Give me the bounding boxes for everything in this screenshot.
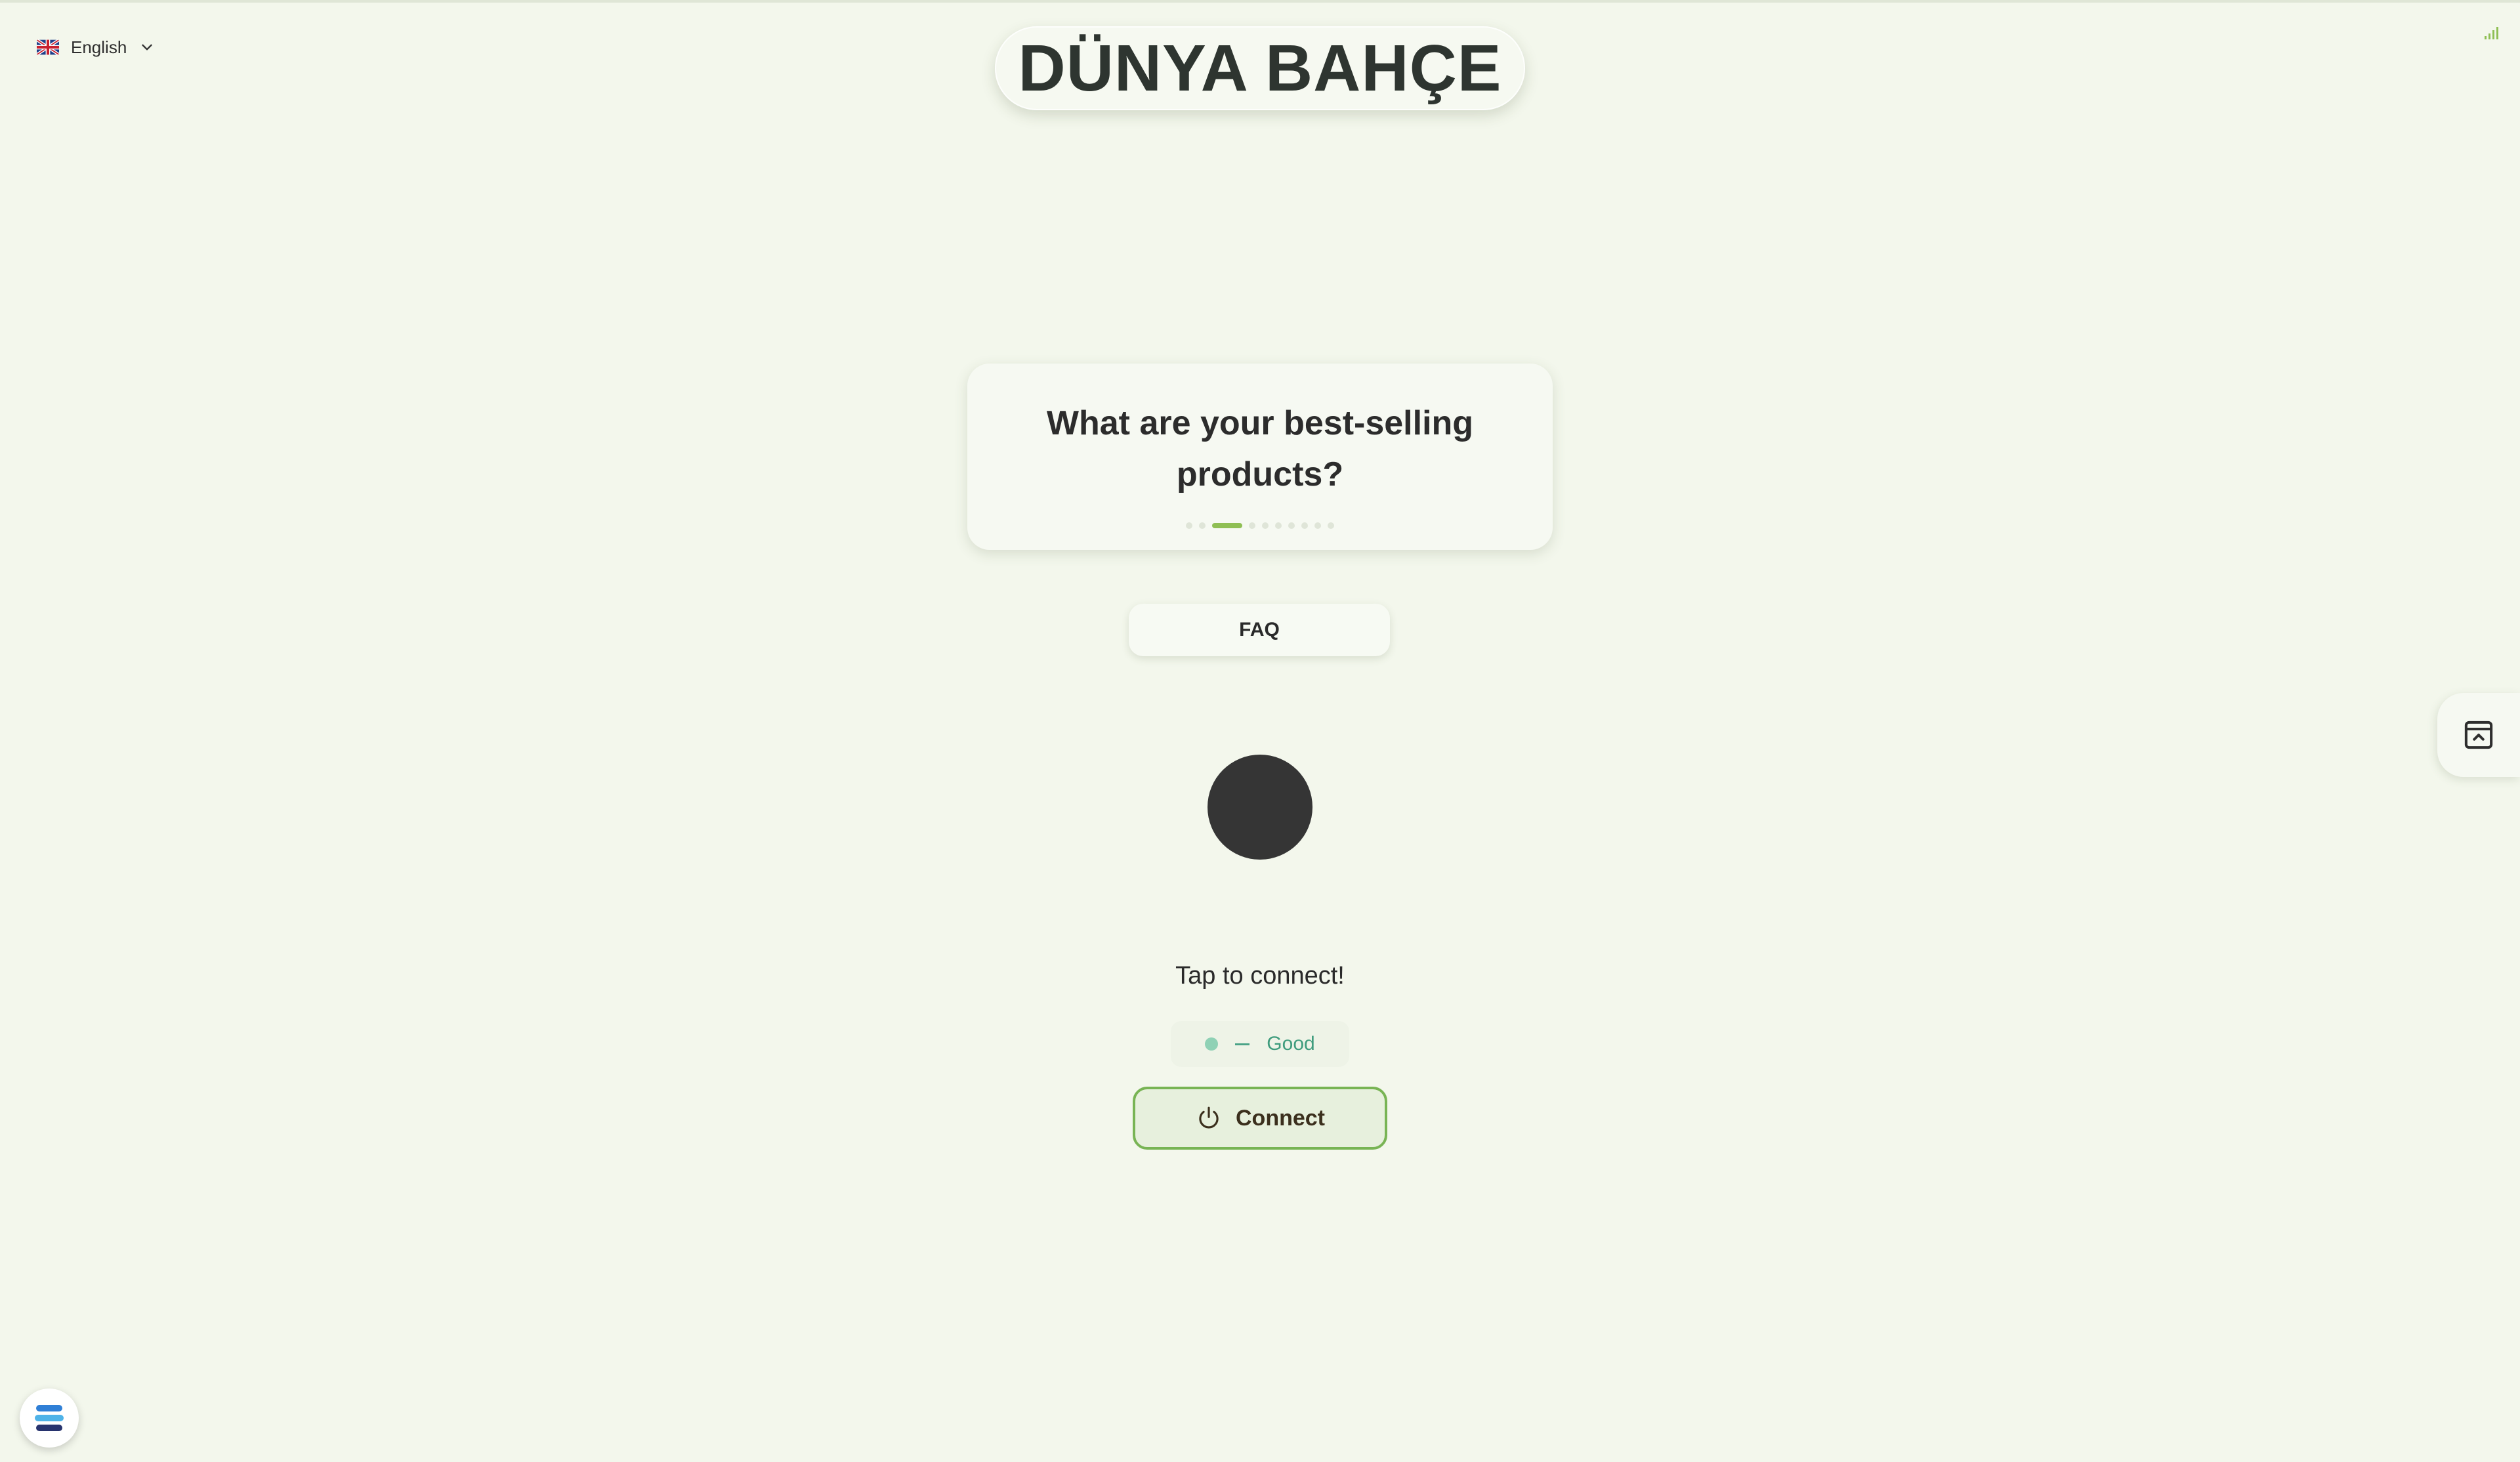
question-card[interactable]: What are your best-selling products? [967,364,1553,550]
carousel-dot[interactable] [1199,522,1206,529]
power-icon [1199,1106,1219,1129]
stack-logo-icon [35,1405,64,1431]
carousel-dot-active[interactable] [1212,523,1242,528]
tap-to-connect-text: Tap to connect! [1175,962,1345,990]
dash-icon [1235,1043,1250,1045]
voice-orb[interactable] [1208,755,1312,860]
carousel-dot[interactable] [1301,522,1308,529]
connection-quality-badge: Good [1171,1021,1349,1067]
app-page: English DÜNYA BAHÇE What are your best-s… [0,0,2520,1462]
side-panel-toggle[interactable] [2437,693,2520,777]
panel-toggle-icon [2464,721,2493,749]
carousel-indicator [967,522,1553,529]
question-text: What are your best-selling products? [1046,404,1474,493]
language-label: English [71,37,127,57]
status-dot-icon [1205,1037,1219,1051]
connect-button[interactable]: Connect [1133,1087,1387,1150]
quality-label: Good [1267,1033,1315,1055]
app-launcher-button[interactable] [20,1389,79,1448]
carousel-dot[interactable] [1262,522,1269,529]
carousel-dot[interactable] [1314,522,1321,529]
language-selector[interactable]: English [37,31,156,63]
carousel-dot[interactable] [1186,522,1192,529]
brand-pill: DÜNYA BAHÇE [995,26,1525,110]
connect-label: Connect [1236,1105,1325,1131]
faq-button[interactable]: FAQ [1129,604,1390,656]
carousel-dot[interactable] [1328,522,1334,529]
brand-title: DÜNYA BAHÇE [1018,31,1502,105]
chevron-down-icon [138,39,156,56]
signal-bars-icon [2485,26,2500,39]
carousel-dot[interactable] [1288,522,1295,529]
uk-flag-icon [37,39,59,55]
carousel-dot[interactable] [1249,522,1255,529]
carousel-dot[interactable] [1275,522,1282,529]
